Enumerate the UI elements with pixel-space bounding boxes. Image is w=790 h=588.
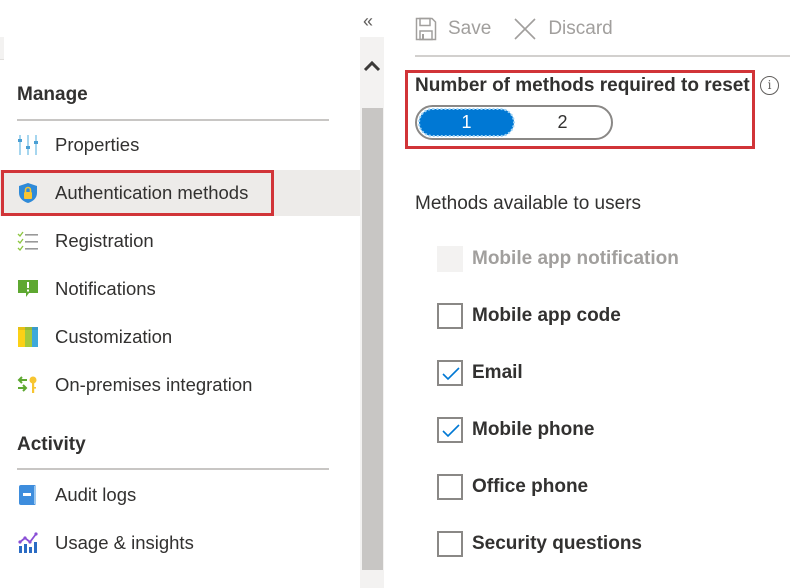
method-email[interactable]: Email [437,360,523,386]
sync-key-icon [17,374,39,396]
methods-available-label: Methods available to users [415,193,642,214]
discard-label: Discard [548,18,613,39]
info-icon[interactable]: i [760,76,779,95]
nav-item-authentication-methods[interactable]: Authentication methods [0,170,360,216]
method-label: Mobile app code [472,305,621,326]
nav-item-label: Customization [55,326,173,347]
nav-item-registration[interactable]: Registration [0,218,360,264]
checkbox[interactable] [437,246,463,272]
insights-chart-icon [17,532,39,554]
method-label: Email [472,362,523,383]
method-label: Mobile app notification [472,248,679,269]
save-button[interactable]: Save [415,17,491,41]
checkbox[interactable] [437,360,463,386]
nav-item-label: On-premises integration [55,374,253,395]
checkbox[interactable] [437,417,463,443]
nav-item-label: Registration [55,230,154,251]
scroll-up-button[interactable] [360,53,384,77]
checklist-icon [17,230,39,252]
method-mobile-phone[interactable]: Mobile phone [437,417,594,443]
nav-item-label: Properties [55,134,140,155]
nav-item-label: Audit logs [55,484,137,505]
notification-icon [17,278,39,300]
customization-icon [17,326,39,348]
checkbox[interactable] [437,531,463,557]
checkbox[interactable] [437,303,463,329]
collapse-nav-button[interactable]: « [358,10,378,32]
nav-item-audit-logs[interactable]: Audit logs [0,472,360,518]
shield-lock-icon [17,182,39,204]
method-mobile-app-notification[interactable]: Mobile app notification [437,246,679,272]
method-security-questions[interactable]: Security questions [437,531,642,557]
search-box[interactable] [0,37,4,60]
checkmark-icon [442,367,460,381]
nav-item-label: Authentication methods [55,182,249,203]
checkmark-icon [442,424,460,438]
nav-item-label: Notifications [55,278,156,299]
nav-item-customization[interactable]: Customization [0,314,360,360]
nav-item-label: Usage & insights [55,532,194,553]
method-mobile-app-code[interactable]: Mobile app code [437,303,621,329]
nav-item-on-premises-integration[interactable]: On-premises integration [0,362,360,408]
close-icon [514,18,536,40]
nav-item-notifications[interactable]: Notifications [0,266,360,312]
method-label: Mobile phone [472,419,595,440]
nav-scrollbar[interactable] [360,37,384,588]
nav-item-properties[interactable]: Properties [0,122,360,168]
section-header-manage: Manage [17,84,88,105]
save-label: Save [448,18,492,39]
checkbox[interactable] [437,474,463,500]
toolbar-divider [415,55,790,57]
section-header-activity: Activity [17,434,86,455]
nav-item-usage-insights[interactable]: Usage & insights [0,520,360,566]
method-office-phone[interactable]: Office phone [437,474,588,500]
command-bar: Save Discard [415,10,635,48]
section-divider [17,468,329,470]
chevron-up-icon [363,60,381,72]
option-1[interactable]: 1 [418,108,515,137]
section-divider [17,119,329,121]
audit-log-icon [17,484,39,506]
save-icon [415,17,437,41]
left-nav: « Manage Properties Authentication metho… [0,0,373,588]
option-2[interactable]: 2 [515,109,610,136]
method-label: Security questions [472,533,642,554]
discard-button[interactable]: Discard [513,17,613,41]
methods-required-toggle: 1 2 [415,105,613,140]
methods-required-label: Number of methods required to reset [415,75,750,96]
properties-icon [17,134,39,156]
method-label: Office phone [472,476,589,497]
scrollbar-thumb[interactable] [362,108,383,570]
